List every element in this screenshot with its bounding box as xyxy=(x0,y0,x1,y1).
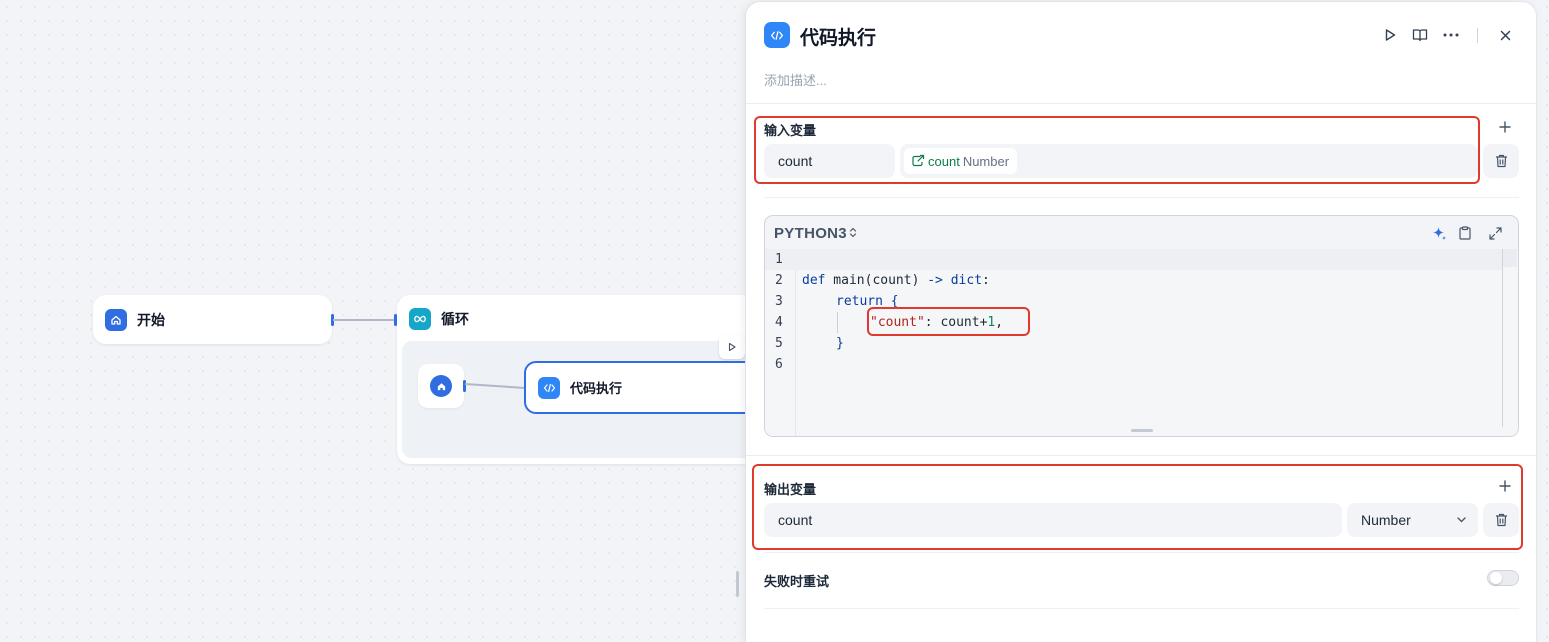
code-token: { xyxy=(882,294,899,309)
loop-run-button[interactable] xyxy=(719,335,745,359)
chevron-updown-icon xyxy=(849,227,857,238)
code-icon xyxy=(538,376,560,399)
input-variables-label: 输入变量 xyxy=(764,123,817,138)
line-number: 4 xyxy=(775,315,783,330)
loop-inner-start-node[interactable] xyxy=(418,364,464,408)
play-icon xyxy=(1385,29,1396,41)
clipboard-icon xyxy=(1459,226,1471,240)
code-area[interactable]: 1 2 def main(count) -> dict: 3 return { … xyxy=(765,249,1518,436)
infinity-icon xyxy=(409,308,431,330)
output-variable-name-field[interactable]: count xyxy=(764,503,1342,537)
more-button[interactable] xyxy=(1440,24,1462,46)
code-scrollbar[interactable] xyxy=(1502,249,1503,427)
header-separator xyxy=(1477,28,1478,43)
variable-ref-type: Number xyxy=(962,153,1010,169)
node-config-panel: 代码执行 添加描述... 输入变量 count count Number PYT… xyxy=(746,2,1536,642)
retry-on-failure-label: 失败时重试 xyxy=(764,574,830,589)
play-icon xyxy=(728,342,736,352)
expand-editor-button[interactable] xyxy=(1486,224,1504,242)
docs-button[interactable] xyxy=(1409,24,1431,46)
code-editor[interactable]: PYTHON3 1 2 def main(count) -> dict: 3 r… xyxy=(764,215,1519,437)
copy-code-button[interactable] xyxy=(1456,224,1474,242)
language-selector[interactable]: PYTHON3 xyxy=(774,225,857,242)
line-number: 5 xyxy=(775,336,783,351)
output-variable-name: count xyxy=(778,512,813,528)
code-token: dict xyxy=(942,273,983,288)
divider xyxy=(764,197,1519,198)
code-token: , xyxy=(995,315,1004,330)
code-line-4: 4 "count": count+1, xyxy=(765,312,1502,333)
code-token: "count" xyxy=(870,315,925,330)
divider xyxy=(746,103,1536,104)
output-type-value: Number xyxy=(1361,512,1411,528)
code-token: -> xyxy=(927,273,943,288)
expand-icon xyxy=(1488,226,1502,240)
code-icon xyxy=(764,22,790,48)
start-node[interactable]: 开始 xyxy=(93,295,332,344)
chevron-down-icon xyxy=(1457,517,1466,523)
description-input[interactable]: 添加描述... xyxy=(764,70,827,89)
loop-node-input-handle[interactable] xyxy=(394,314,397,326)
delete-output-variable-button[interactable] xyxy=(1483,503,1519,537)
add-input-variable-button[interactable] xyxy=(1496,118,1514,136)
editor-resize-grip[interactable] xyxy=(1131,429,1153,432)
code-node[interactable]: 代码执行 xyxy=(524,361,764,414)
variable-ref-icon xyxy=(912,154,925,167)
input-variable-value-field[interactable]: count Number xyxy=(900,144,1478,178)
code-line-5: 5 } xyxy=(765,333,1502,354)
code-token: : count+ xyxy=(924,315,988,330)
indent-guide xyxy=(837,312,838,333)
variable-reference-tag[interactable]: count Number xyxy=(904,148,1018,174)
language-label: PYTHON3 xyxy=(774,225,847,242)
code-token: main(count) xyxy=(825,273,928,288)
add-output-variable-button[interactable] xyxy=(1496,477,1514,495)
retry-on-failure-toggle[interactable] xyxy=(1487,570,1519,586)
variable-ref-name: count xyxy=(928,153,960,169)
input-variable-name: count xyxy=(778,153,813,169)
code-line-3: 3 return { xyxy=(765,291,1502,312)
output-variables-label: 输出变量 xyxy=(764,482,817,497)
loop-node-label: 循环 xyxy=(441,311,469,327)
workflow-canvas[interactable]: 开始 循环 代码执行 xyxy=(0,0,764,624)
edge-start-loop xyxy=(333,319,397,321)
trash-icon xyxy=(1495,513,1507,527)
code-line-1: 1 xyxy=(765,249,1502,270)
divider xyxy=(746,455,1536,456)
code-line-6: 6 xyxy=(765,354,1502,375)
line-number: 1 xyxy=(775,252,783,267)
close-icon xyxy=(1500,30,1510,40)
delete-input-variable-button[interactable] xyxy=(1483,144,1519,178)
home-icon xyxy=(105,308,127,331)
divider xyxy=(764,552,1519,553)
panel-title[interactable]: 代码执行 xyxy=(800,23,876,50)
run-node-button[interactable] xyxy=(1379,24,1401,46)
ai-generate-button[interactable] xyxy=(1430,224,1448,242)
code-token: : xyxy=(982,273,990,288)
code-scrollbar-thumb[interactable] xyxy=(1503,249,1517,267)
home-icon xyxy=(430,375,452,397)
input-variable-name-field[interactable]: count xyxy=(764,144,895,178)
code-token: return xyxy=(836,294,883,309)
line-number: 3 xyxy=(775,294,783,309)
close-panel-button[interactable] xyxy=(1494,24,1516,46)
edge-inner-start-code xyxy=(465,383,525,389)
book-icon xyxy=(1412,29,1428,42)
trash-icon xyxy=(1495,154,1507,168)
code-node-label: 代码执行 xyxy=(570,381,623,396)
line-number: 2 xyxy=(775,273,783,288)
panel-resize-handle[interactable] xyxy=(736,571,739,597)
divider xyxy=(764,608,1519,609)
code-token: def xyxy=(802,273,826,288)
more-icon xyxy=(1443,33,1459,37)
line-number: 6 xyxy=(775,357,783,372)
start-node-label: 开始 xyxy=(137,311,165,328)
code-line-2: 2 def main(count) -> dict: xyxy=(765,270,1502,291)
code-token: } xyxy=(836,336,844,351)
output-type-select[interactable]: Number xyxy=(1347,503,1478,537)
sparkle-icon xyxy=(1432,226,1446,240)
plus-icon xyxy=(1499,480,1511,492)
plus-icon xyxy=(1499,121,1511,133)
